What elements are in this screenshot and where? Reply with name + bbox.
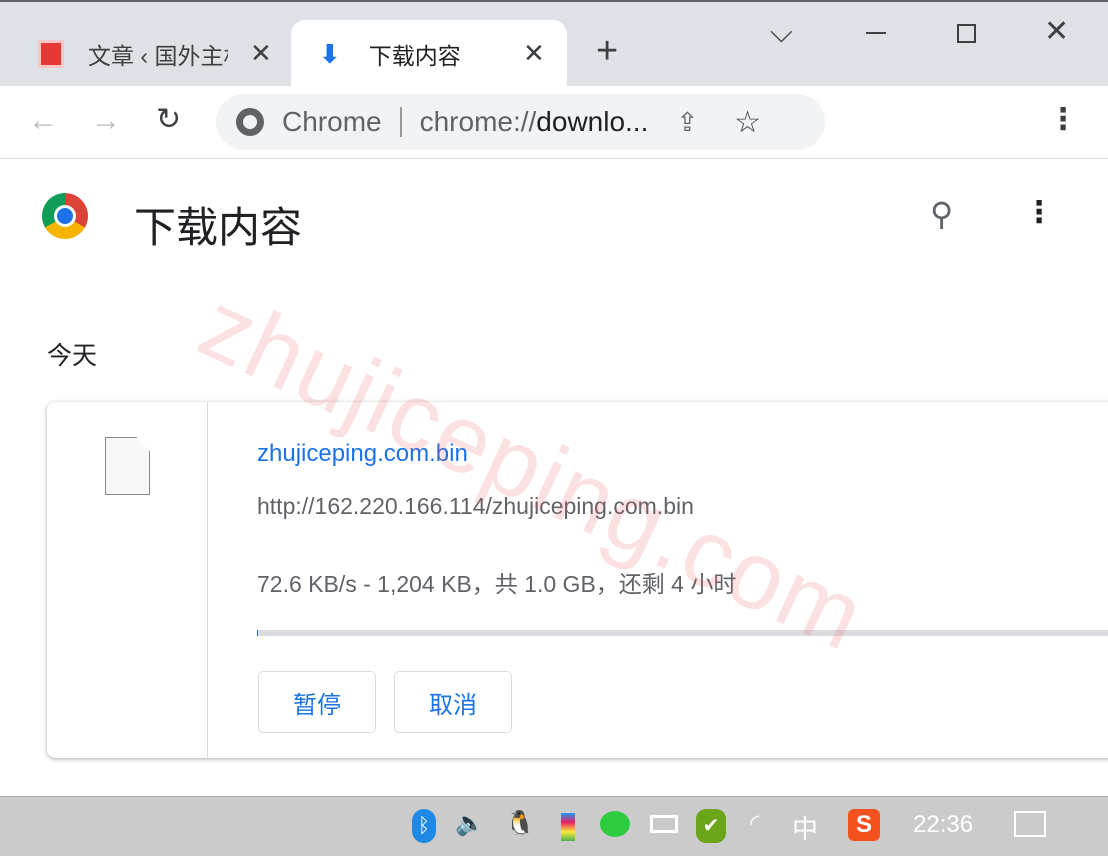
bluetooth-icon[interactable]: ᛒ bbox=[412, 809, 436, 843]
download-item: zhujiceping.com.bin http://162.220.166.1… bbox=[47, 402, 1108, 758]
menu-icon[interactable]: ⋮ bbox=[1048, 102, 1078, 137]
progress-bar bbox=[257, 630, 1108, 636]
battery-icon[interactable] bbox=[650, 815, 678, 833]
ime-indicator[interactable]: 中 bbox=[792, 809, 818, 846]
wechat-icon[interactable] bbox=[600, 811, 630, 837]
maximize-icon[interactable] bbox=[957, 24, 976, 43]
app-tray-icon[interactable] bbox=[561, 813, 575, 841]
new-tab-button[interactable]: + bbox=[596, 30, 618, 73]
url-prefix: chrome:// bbox=[419, 106, 537, 137]
file-name-link[interactable]: zhujiceping.com.bin bbox=[257, 440, 468, 468]
divider bbox=[207, 402, 208, 758]
taskbar: ᛒ 🔈 🐧 ✔ ◜ 中 S 22:36 bbox=[0, 796, 1108, 856]
url-text: downlo... bbox=[536, 106, 649, 137]
qq-icon[interactable]: 🐧 bbox=[505, 809, 535, 838]
site-favicon-icon bbox=[38, 40, 64, 68]
star-icon[interactable]: ☆ bbox=[734, 105, 761, 140]
reload-icon[interactable]: ↻ bbox=[156, 102, 181, 137]
divider bbox=[399, 107, 402, 137]
minimize-icon[interactable] bbox=[866, 32, 886, 34]
date-section: 今天 bbox=[47, 342, 98, 370]
site-chip: Chrome bbox=[282, 106, 382, 137]
tab-label: 文章 ‹ 国外主机 bbox=[88, 43, 228, 69]
chevron-down-icon[interactable]: ⌵ bbox=[770, 16, 793, 50]
back-icon[interactable]: ← bbox=[28, 104, 58, 138]
tab-article[interactable]: 文章 ‹ 国外主机 ✕ bbox=[22, 20, 290, 88]
tab-label: 下载内容 bbox=[368, 43, 461, 69]
wifi-icon[interactable]: ◜ bbox=[750, 809, 759, 838]
forward-icon[interactable]: → bbox=[91, 104, 121, 138]
notification-icon[interactable] bbox=[1014, 811, 1046, 837]
file-url: http://162.220.166.114/zhujiceping.com.b… bbox=[257, 493, 694, 519]
close-icon[interactable]: ✕ bbox=[1044, 14, 1069, 49]
progress-fill bbox=[257, 630, 258, 636]
pause-button[interactable]: 暂停 bbox=[258, 671, 376, 733]
download-status: 72.6 KB/s - 1,204 KB，共 1.0 GB，还剩 4 小时 bbox=[257, 571, 737, 597]
more-icon[interactable]: ⋮ bbox=[1024, 195, 1054, 230]
file-icon bbox=[105, 437, 150, 495]
volume-icon[interactable]: 🔈 bbox=[455, 809, 485, 838]
toolbar: ← → ↻ Chrome chrome:// downlo... ⇪ ☆ ⋮ bbox=[0, 86, 1108, 159]
tab-downloads[interactable]: ⬇ 下载内容 ✕ bbox=[291, 20, 567, 88]
close-tab-icon[interactable]: ✕ bbox=[250, 38, 272, 69]
download-icon: ⬇ bbox=[319, 38, 341, 69]
omnibox[interactable]: Chrome chrome:// downlo... ⇪ ☆ bbox=[216, 94, 825, 150]
tab-strip: 文章 ‹ 国外主机 ✕ ⬇ 下载内容 ✕ + ⌵ ✕ bbox=[0, 0, 1108, 88]
share-icon[interactable]: ⇪ bbox=[676, 107, 698, 138]
chrome-icon bbox=[236, 108, 264, 136]
security-icon[interactable]: ✔ bbox=[696, 809, 726, 843]
clock[interactable]: 22:36 bbox=[913, 811, 973, 839]
page-title: 下载内容 bbox=[134, 204, 303, 251]
cancel-button[interactable]: 取消 bbox=[394, 671, 512, 733]
search-icon[interactable]: ⚲ bbox=[930, 195, 953, 233]
close-tab-icon[interactable]: ✕ bbox=[523, 38, 545, 69]
chrome-logo-icon bbox=[42, 193, 88, 239]
sogou-icon[interactable]: S bbox=[848, 809, 880, 841]
